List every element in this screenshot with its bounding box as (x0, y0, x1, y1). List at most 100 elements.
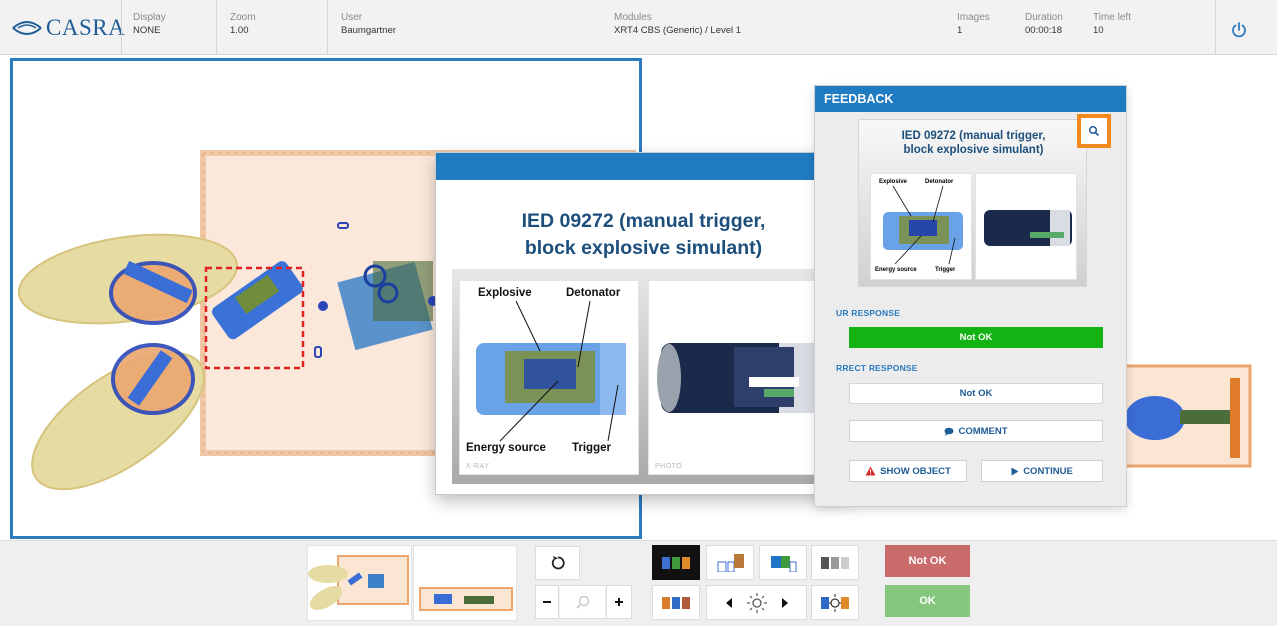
thumbnail-image-1 (308, 555, 409, 610)
modules-label: Modules (614, 12, 652, 23)
duration-info: Duration 00:00:18 (1025, 11, 1063, 37)
popup-title-line-1: IED 09272 (manual trigger, (521, 210, 766, 232)
duration-label: Duration (1025, 12, 1063, 23)
svg-text:Trigger: Trigger (935, 267, 956, 273)
feedback-photo-image (984, 210, 1072, 246)
images-label: Images (957, 12, 990, 23)
ok-button[interactable]: OK (885, 585, 970, 617)
header-divider (1215, 0, 1216, 55)
time-left-info: Time left 10 (1093, 11, 1131, 37)
continue-label: CONTINUE (1023, 465, 1073, 477)
popup-title: IED 09272 (manual trigger, block explosi… (456, 208, 831, 262)
your-response-label: UR RESPONSE (836, 308, 901, 318)
feedback-photo-thumb (975, 173, 1077, 280)
feedback-xray-thumb: Explosive Detonator Energy source Trigge… (870, 173, 972, 280)
feedback-object-title: IED 09272 (manual trigger, block explosi… (859, 129, 1088, 157)
filter-negative-button[interactable] (652, 585, 700, 620)
enhance-button[interactable] (811, 585, 859, 620)
popup-title-line-2: block explosive simulant) (524, 237, 763, 259)
time-left-label: Time left (1093, 12, 1131, 23)
header-divider (327, 0, 328, 55)
images-value: 1 (957, 25, 963, 36)
feedback-xray-image: Explosive Detonator Energy source Trigge… (875, 179, 963, 273)
zoom-info: Zoom 1.00 (230, 11, 256, 37)
svg-text:Energy source: Energy source (875, 267, 917, 273)
correct-response-label: RRECT RESPONSE (836, 363, 918, 373)
object-info-popup: IED 09272 (manual trigger, block explosi… (436, 153, 851, 494)
label-trigger: Trigger (572, 442, 611, 454)
feedback-zoom-button[interactable] (1077, 114, 1111, 148)
thumbnail-image-2 (419, 587, 513, 611)
feedback-title-line-2: block explosive simulant) (903, 144, 1044, 156)
minus-icon (543, 601, 551, 603)
feedback-title-line-1: IED 09272 (manual trigger, (901, 130, 1046, 142)
object-photo (657, 343, 815, 413)
play-icon (1011, 467, 1019, 475)
zoom-icon (1088, 125, 1100, 137)
arrow-left-icon[interactable] (725, 597, 733, 609)
display-info: Display NONE (133, 11, 166, 37)
modules-value: XRT4 CBS (Generic) / Level 1 (614, 25, 742, 36)
continue-button[interactable]: CONTINUE (981, 460, 1103, 482)
duration-value: 00:00:18 (1025, 25, 1062, 36)
brightness-control[interactable] (706, 585, 807, 620)
negative-filter-icon (662, 596, 690, 609)
arrow-right-icon[interactable] (781, 597, 789, 609)
grayscale-filter-icon (821, 556, 849, 569)
label-detonator: Detonator (566, 287, 621, 299)
not-ok-button[interactable]: Not OK (885, 545, 970, 577)
comment-icon (944, 427, 954, 436)
photo-card: PHOTO (649, 281, 827, 474)
comment-label: COMMENT (958, 425, 1008, 437)
logo-text: CASRA (46, 15, 126, 40)
zoom-slider[interactable] (560, 585, 605, 619)
label-energy-source: Energy source (466, 442, 546, 454)
zoom-label: Zoom (230, 12, 256, 23)
bottom-toolbar (0, 540, 1277, 626)
filter-organic-button[interactable] (706, 545, 754, 580)
warning-icon (865, 466, 876, 476)
feedback-object-card: IED 09272 (manual trigger, block explosi… (858, 119, 1087, 287)
popup-header-bar (436, 153, 851, 180)
thumbnail-view-1[interactable] (307, 545, 412, 621)
show-object-label: SHOW OBJECT (880, 465, 951, 477)
svg-text:Detonator: Detonator (925, 179, 954, 185)
zoom-in-button[interactable] (606, 585, 632, 619)
user-info: User Baumgartner (341, 11, 396, 37)
thumbnail-view-2[interactable] (413, 545, 517, 621)
rotate-button[interactable] (535, 546, 580, 580)
casra-logo-icon (12, 21, 42, 35)
zoom-out-button[interactable] (535, 585, 559, 619)
power-icon[interactable] (1230, 21, 1248, 39)
magnifier-icon (575, 595, 589, 609)
label-explosive: Explosive (478, 287, 532, 299)
images-info: Images 1 (957, 11, 990, 37)
user-label: User (341, 12, 363, 23)
display-label: Display (133, 12, 166, 23)
svg-text:Explosive: Explosive (879, 179, 908, 185)
user-value: Baumgartner (341, 25, 396, 36)
plus-icon (615, 598, 623, 606)
feedback-heading: FEEDBACK (815, 86, 1126, 112)
feedback-panel: FEEDBACK IED 09272 (manual trigger, bloc… (815, 86, 1126, 506)
enhance-icon (821, 593, 849, 612)
modules-info: Modules XRT4 CBS (Generic) / Level 1 (614, 11, 741, 37)
filter-inorganic-button[interactable] (759, 545, 807, 580)
correct-response-value: Not OK (849, 383, 1103, 404)
time-left-value: 10 (1093, 25, 1104, 36)
top-bar: CASRA Display NONE Zoom 1.00 User Baumga… (0, 0, 1277, 55)
header-divider (121, 0, 122, 55)
show-object-button[interactable]: SHOW OBJECT (849, 460, 967, 482)
comment-button[interactable]: COMMENT (849, 420, 1103, 442)
zoom-value: 1.00 (230, 25, 249, 36)
brightness-icon (746, 592, 767, 613)
rotate-icon (551, 556, 565, 570)
your-response-value: Not OK (849, 327, 1103, 348)
inorganic-filter-icon (771, 555, 797, 572)
photo-caption: PHOTO (655, 463, 683, 470)
filter-color-button[interactable] (652, 545, 700, 580)
xray-diagram-card: Explosive Detonator Energy source Trigge… (460, 281, 638, 474)
filter-grayscale-button[interactable] (811, 545, 859, 580)
organic-filter-icon (717, 553, 744, 572)
casra-logo: CASRA (12, 14, 125, 42)
